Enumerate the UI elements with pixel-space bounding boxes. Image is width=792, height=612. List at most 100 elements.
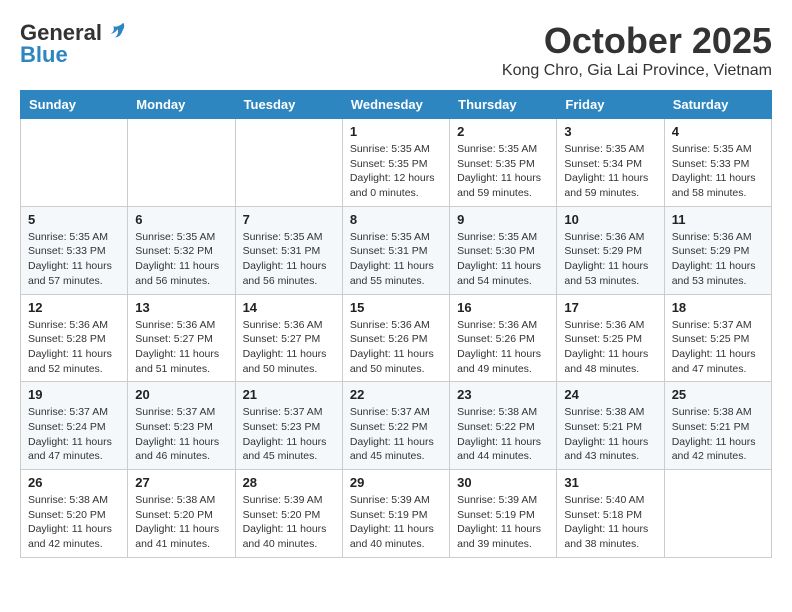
title-section: October 2025 Kong Chro, Gia Lai Province… bbox=[502, 20, 772, 80]
cell-sun-info: Sunrise: 5:38 AMSunset: 5:21 PMDaylight:… bbox=[564, 405, 656, 464]
cell-day-number: 10 bbox=[564, 212, 656, 227]
cell-sun-info: Sunrise: 5:38 AMSunset: 5:20 PMDaylight:… bbox=[135, 493, 227, 552]
page-header: General Blue October 2025 Kong Chro, Gia… bbox=[20, 20, 772, 80]
cell-sun-info: Sunrise: 5:39 AMSunset: 5:19 PMDaylight:… bbox=[457, 493, 549, 552]
calendar-cell: 27Sunrise: 5:38 AMSunset: 5:20 PMDayligh… bbox=[128, 470, 235, 558]
calendar-cell: 23 Sunrise: 5:38 AMSunset: 5:22 PMDayligh… bbox=[450, 382, 557, 470]
weekday-header-friday: Friday bbox=[557, 91, 664, 119]
calendar-cell: 26Sunrise: 5:38 AMSunset: 5:20 PMDayligh… bbox=[21, 470, 128, 558]
cell-sun-info: Sunrise: 5:37 AMSunset: 5:23 PMDaylight:… bbox=[243, 405, 335, 464]
cell-day-number: 16 bbox=[457, 300, 549, 315]
calendar-cell: 19Sunrise: 5:37 AMSunset: 5:24 PMDayligh… bbox=[21, 382, 128, 470]
calendar-week-row: 12 Sunrise: 5:36 AMSunset: 5:28 PMDayligh… bbox=[21, 294, 772, 382]
cell-sun-info: Sunrise: 5:38 AMSunset: 5:22 PMDaylight:… bbox=[457, 405, 549, 464]
cell-day-number: 5 bbox=[28, 212, 120, 227]
calendar-cell bbox=[128, 119, 235, 207]
calendar-cell: 5 Sunrise: 5:35 AMSunset: 5:33 PMDaylight… bbox=[21, 206, 128, 294]
calendar-cell: 2 Sunrise: 5:35 AMSunset: 5:35 PMDaylight… bbox=[450, 119, 557, 207]
weekday-header-row: SundayMondayTuesdayWednesdayThursdayFrid… bbox=[21, 91, 772, 119]
calendar-cell: 9Sunrise: 5:35 AMSunset: 5:30 PMDaylight… bbox=[450, 206, 557, 294]
cell-day-number: 13 bbox=[135, 300, 227, 315]
calendar-cell bbox=[21, 119, 128, 207]
cell-day-number: 14 bbox=[243, 300, 335, 315]
cell-day-number: 20 bbox=[135, 387, 227, 402]
cell-sun-info: Sunrise: 5:36 AMSunset: 5:27 PMDaylight:… bbox=[135, 318, 227, 377]
calendar-cell: 14 Sunrise: 5:36 AMSunset: 5:27 PMDayligh… bbox=[235, 294, 342, 382]
cell-sun-info: Sunrise: 5:35 AMSunset: 5:33 PMDaylight:… bbox=[672, 142, 764, 201]
cell-sun-info: Sunrise: 5:39 AMSunset: 5:20 PMDaylight:… bbox=[243, 493, 335, 552]
cell-day-number: 28 bbox=[243, 475, 335, 490]
cell-day-number: 7 bbox=[243, 212, 335, 227]
calendar-cell: 1 Sunrise: 5:35 AMSunset: 5:35 PMDaylight… bbox=[342, 119, 449, 207]
calendar-week-row: 1 Sunrise: 5:35 AMSunset: 5:35 PMDaylight… bbox=[21, 119, 772, 207]
cell-sun-info: Sunrise: 5:35 AMSunset: 5:35 PMDaylight:… bbox=[350, 142, 442, 201]
calendar-cell: 21 Sunrise: 5:37 AMSunset: 5:23 PMDayligh… bbox=[235, 382, 342, 470]
cell-day-number: 23 bbox=[457, 387, 549, 402]
weekday-header-wednesday: Wednesday bbox=[342, 91, 449, 119]
cell-day-number: 3 bbox=[564, 124, 656, 139]
cell-sun-info: Sunrise: 5:36 AMSunset: 5:26 PMDaylight:… bbox=[457, 318, 549, 377]
calendar-cell: 20 Sunrise: 5:37 AMSunset: 5:23 PMDayligh… bbox=[128, 382, 235, 470]
logo-bird-icon bbox=[104, 20, 126, 42]
cell-day-number: 31 bbox=[564, 475, 656, 490]
calendar-cell: 15Sunrise: 5:36 AMSunset: 5:26 PMDayligh… bbox=[342, 294, 449, 382]
calendar-cell: 31 Sunrise: 5:40 AMSunset: 5:18 PMDayligh… bbox=[557, 470, 664, 558]
cell-sun-info: Sunrise: 5:37 AMSunset: 5:22 PMDaylight:… bbox=[350, 405, 442, 464]
cell-sun-info: Sunrise: 5:35 AMSunset: 5:35 PMDaylight:… bbox=[457, 142, 549, 201]
calendar-cell: 18 Sunrise: 5:37 AMSunset: 5:25 PMDayligh… bbox=[664, 294, 771, 382]
calendar-cell: 12 Sunrise: 5:36 AMSunset: 5:28 PMDayligh… bbox=[21, 294, 128, 382]
cell-sun-info: Sunrise: 5:40 AMSunset: 5:18 PMDaylight:… bbox=[564, 493, 656, 552]
cell-sun-info: Sunrise: 5:35 AMSunset: 5:33 PMDaylight:… bbox=[28, 230, 120, 289]
cell-day-number: 21 bbox=[243, 387, 335, 402]
cell-sun-info: Sunrise: 5:37 AMSunset: 5:25 PMDaylight:… bbox=[672, 318, 764, 377]
calendar-cell: 6Sunrise: 5:35 AMSunset: 5:32 PMDaylight… bbox=[128, 206, 235, 294]
cell-sun-info: Sunrise: 5:36 AMSunset: 5:28 PMDaylight:… bbox=[28, 318, 120, 377]
calendar-cell: 3 Sunrise: 5:35 AMSunset: 5:34 PMDaylight… bbox=[557, 119, 664, 207]
weekday-header-sunday: Sunday bbox=[21, 91, 128, 119]
calendar-table: SundayMondayTuesdayWednesdayThursdayFrid… bbox=[20, 90, 772, 558]
cell-day-number: 12 bbox=[28, 300, 120, 315]
month-title: October 2025 bbox=[502, 20, 772, 62]
calendar-week-row: 5 Sunrise: 5:35 AMSunset: 5:33 PMDaylight… bbox=[21, 206, 772, 294]
cell-day-number: 17 bbox=[564, 300, 656, 315]
calendar-cell: 7 Sunrise: 5:35 AMSunset: 5:31 PMDaylight… bbox=[235, 206, 342, 294]
calendar-cell: 11 Sunrise: 5:36 AMSunset: 5:29 PMDayligh… bbox=[664, 206, 771, 294]
cell-sun-info: Sunrise: 5:36 AMSunset: 5:25 PMDaylight:… bbox=[564, 318, 656, 377]
cell-sun-info: Sunrise: 5:37 AMSunset: 5:23 PMDaylight:… bbox=[135, 405, 227, 464]
calendar-cell: 8 Sunrise: 5:35 AMSunset: 5:31 PMDaylight… bbox=[342, 206, 449, 294]
cell-sun-info: Sunrise: 5:36 AMSunset: 5:29 PMDaylight:… bbox=[564, 230, 656, 289]
calendar-cell bbox=[664, 470, 771, 558]
location-text: Kong Chro, Gia Lai Province, Vietnam bbox=[502, 62, 772, 80]
cell-sun-info: Sunrise: 5:35 AMSunset: 5:31 PMDaylight:… bbox=[350, 230, 442, 289]
calendar-cell: 28 Sunrise: 5:39 AMSunset: 5:20 PMDayligh… bbox=[235, 470, 342, 558]
cell-day-number: 1 bbox=[350, 124, 442, 139]
calendar-cell: 13 Sunrise: 5:36 AMSunset: 5:27 PMDayligh… bbox=[128, 294, 235, 382]
logo-blue-text: Blue bbox=[20, 42, 68, 68]
weekday-header-monday: Monday bbox=[128, 91, 235, 119]
calendar-cell: 30 Sunrise: 5:39 AMSunset: 5:19 PMDayligh… bbox=[450, 470, 557, 558]
cell-day-number: 8 bbox=[350, 212, 442, 227]
cell-day-number: 30 bbox=[457, 475, 549, 490]
cell-day-number: 6 bbox=[135, 212, 227, 227]
cell-sun-info: Sunrise: 5:38 AMSunset: 5:21 PMDaylight:… bbox=[672, 405, 764, 464]
calendar-cell: 24 Sunrise: 5:38 AMSunset: 5:21 PMDayligh… bbox=[557, 382, 664, 470]
weekday-header-thursday: Thursday bbox=[450, 91, 557, 119]
cell-day-number: 11 bbox=[672, 212, 764, 227]
cell-sun-info: Sunrise: 5:36 AMSunset: 5:29 PMDaylight:… bbox=[672, 230, 764, 289]
cell-sun-info: Sunrise: 5:36 AMSunset: 5:27 PMDaylight:… bbox=[243, 318, 335, 377]
calendar-cell: 29Sunrise: 5:39 AMSunset: 5:19 PMDayligh… bbox=[342, 470, 449, 558]
cell-day-number: 18 bbox=[672, 300, 764, 315]
cell-day-number: 26 bbox=[28, 475, 120, 490]
calendar-week-row: 19Sunrise: 5:37 AMSunset: 5:24 PMDayligh… bbox=[21, 382, 772, 470]
cell-sun-info: Sunrise: 5:36 AMSunset: 5:26 PMDaylight:… bbox=[350, 318, 442, 377]
cell-day-number: 2 bbox=[457, 124, 549, 139]
cell-sun-info: Sunrise: 5:35 AMSunset: 5:31 PMDaylight:… bbox=[243, 230, 335, 289]
calendar-cell: 4Sunrise: 5:35 AMSunset: 5:33 PMDaylight… bbox=[664, 119, 771, 207]
calendar-cell bbox=[235, 119, 342, 207]
cell-day-number: 24 bbox=[564, 387, 656, 402]
cell-sun-info: Sunrise: 5:35 AMSunset: 5:34 PMDaylight:… bbox=[564, 142, 656, 201]
calendar-cell: 16 Sunrise: 5:36 AMSunset: 5:26 PMDayligh… bbox=[450, 294, 557, 382]
logo: General Blue bbox=[20, 20, 126, 68]
cell-day-number: 25 bbox=[672, 387, 764, 402]
calendar-cell: 17 Sunrise: 5:36 AMSunset: 5:25 PMDayligh… bbox=[557, 294, 664, 382]
